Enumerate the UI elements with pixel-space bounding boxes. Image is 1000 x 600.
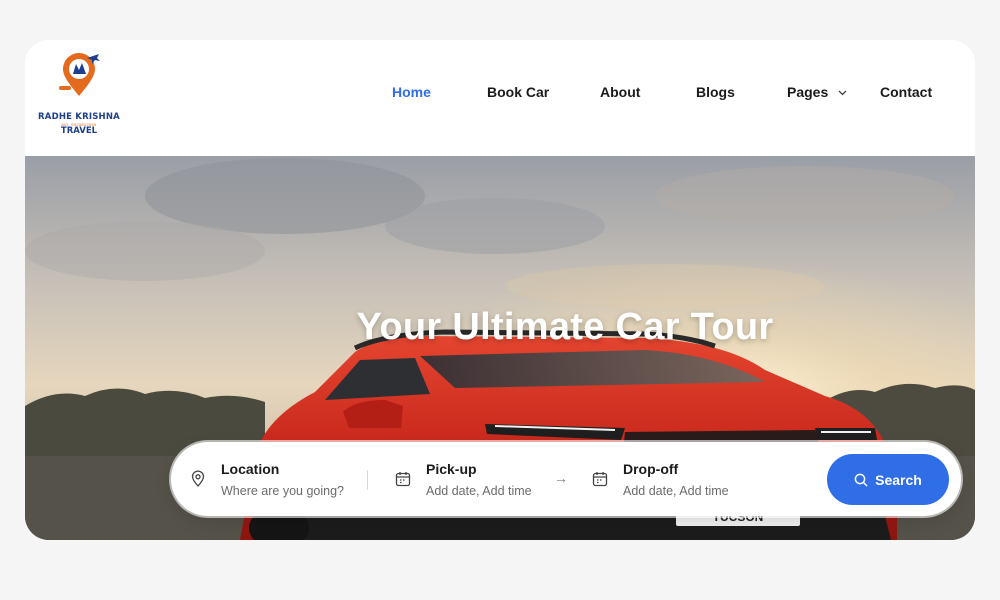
dropoff-label: Drop-off [623, 461, 679, 477]
brand-subtitle: TRAVEL [60, 126, 98, 136]
pickup-placeholder: Add date, Add time [426, 484, 532, 498]
dropoff-placeholder: Add date, Add time [623, 484, 729, 498]
field-divider [367, 470, 368, 490]
booking-search-bar: Location Where are you going? Pick-up Ad… [171, 442, 961, 516]
nav-item-about[interactable]: About [600, 84, 640, 100]
nav-item-book-car[interactable]: Book Car [487, 84, 549, 100]
calendar-icon [395, 472, 411, 487]
brand-logo[interactable]: RADHE KRISHNA MO. 9925822559 TRAVEL [31, 48, 131, 138]
calendar-icon [592, 472, 608, 487]
pickup-field[interactable]: Pick-up Add date, Add time [394, 442, 554, 516]
chevron-down-icon [838, 90, 847, 96]
nav-item-pages-label: Pages [787, 84, 829, 100]
search-icon [854, 473, 868, 486]
nav-item-blogs[interactable]: Blogs [696, 84, 735, 100]
search-button[interactable]: Search [827, 454, 949, 505]
hero-section: TUCSON Your Ultimate Car Tour Location W… [25, 156, 975, 540]
map-pin-plane-icon [59, 53, 100, 96]
map-pin-icon [191, 470, 205, 487]
page-card: RADHE KRISHNA MO. 9925822559 TRAVEL Home… [25, 40, 975, 540]
arrow-right-icon: → [554, 470, 568, 486]
hero-title: Your Ultimate Car Tour [356, 306, 774, 348]
nav-item-pages[interactable]: Pages [787, 84, 847, 100]
pickup-label: Pick-up [426, 461, 477, 477]
site-header: RADHE KRISHNA MO. 9925822559 TRAVEL Home… [25, 40, 975, 156]
brand-name: RADHE KRISHNA [38, 112, 120, 122]
nav-item-contact[interactable]: Contact [880, 84, 932, 100]
dropoff-field[interactable]: Drop-off Add date, Add time [591, 442, 771, 516]
search-button-label: Search [875, 471, 922, 488]
location-label: Location [221, 461, 280, 477]
nav-item-home[interactable]: Home [392, 84, 431, 100]
location-placeholder: Where are you going? [221, 484, 344, 498]
location-field[interactable]: Location Where are you going? [189, 442, 369, 516]
